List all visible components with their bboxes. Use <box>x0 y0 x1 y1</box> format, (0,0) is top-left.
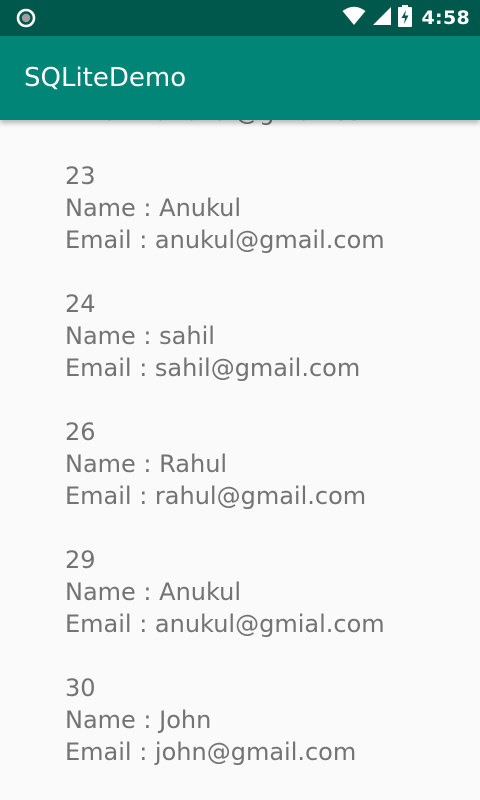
record-name: Name : John <box>65 706 212 734</box>
record-name: Name : Anukul <box>65 578 242 606</box>
notification-ring-icon <box>16 8 36 28</box>
list-item[interactable]: Email : anukul@gmail.com <box>65 120 385 128</box>
record-name: Name : Rahul <box>65 450 228 478</box>
record-email: Email : anukul@gmail.com <box>65 120 385 128</box>
record-id: 29 <box>65 546 96 574</box>
status-bar: 4:58 <box>0 0 480 36</box>
app-bar: SQLiteDemo <box>0 36 480 120</box>
record-email: Email : sahil@gmail.com <box>65 354 361 382</box>
record-name: Name : sahil <box>65 322 215 350</box>
list-item[interactable]: 29 Name : Anukul Email : anukul@gmial.co… <box>65 544 385 640</box>
battery-charging-icon <box>397 5 412 31</box>
record-email: Email : john@gmail.com <box>65 738 357 766</box>
list-item[interactable]: 30 Name : John Email : john@gmail.com <box>65 672 385 768</box>
app-title: SQLiteDemo <box>24 63 187 93</box>
cell-signal-icon <box>372 6 392 30</box>
wifi-icon <box>342 6 366 30</box>
record-name: Name : Anukul <box>65 194 242 222</box>
list-item[interactable]: 24 Name : sahil Email : sahil@gmail.com <box>65 288 385 384</box>
record-id: 23 <box>65 162 96 190</box>
record-email: Email : rahul@gmail.com <box>65 482 367 510</box>
record-id: 30 <box>65 674 96 702</box>
status-icons: 4:58 <box>342 0 470 36</box>
record-id: 26 <box>65 418 96 446</box>
record-list-container[interactable]: Email : anukul@gmail.com 23 Name : Anuku… <box>0 120 480 800</box>
record-email: Email : anukul@gmial.com <box>65 610 385 638</box>
record-list[interactable]: Email : anukul@gmail.com 23 Name : Anuku… <box>65 120 385 800</box>
status-time: 4:58 <box>421 7 470 29</box>
list-item[interactable]: 26 Name : Rahul Email : rahul@gmail.com <box>65 416 385 512</box>
record-id: 24 <box>65 290 96 318</box>
record-email: Email : anukul@gmail.com <box>65 226 385 254</box>
list-item[interactable]: 23 Name : Anukul Email : anukul@gmail.co… <box>65 160 385 256</box>
